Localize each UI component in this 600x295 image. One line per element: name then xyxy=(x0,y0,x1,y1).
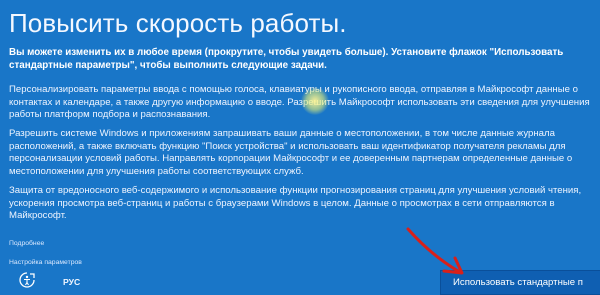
paragraph-browser-protection: Защита от вредоносного веб-содержимого и… xyxy=(9,185,582,222)
mouse-cursor-highlight xyxy=(301,87,329,115)
red-arrow-annotation xyxy=(406,227,464,275)
more-info-link[interactable]: Подробнее xyxy=(9,240,44,247)
paragraph-location: Разрешить системе Windows и приложениям … xyxy=(9,128,573,177)
accessibility-icon[interactable] xyxy=(18,271,36,289)
page-title: Повысить скорость работы. xyxy=(9,8,347,38)
customize-settings-link[interactable]: Настройка параметров xyxy=(9,259,82,266)
intro-text: Вы можете изменить их в любое время (про… xyxy=(9,47,564,71)
language-indicator[interactable]: РУС xyxy=(63,277,80,287)
